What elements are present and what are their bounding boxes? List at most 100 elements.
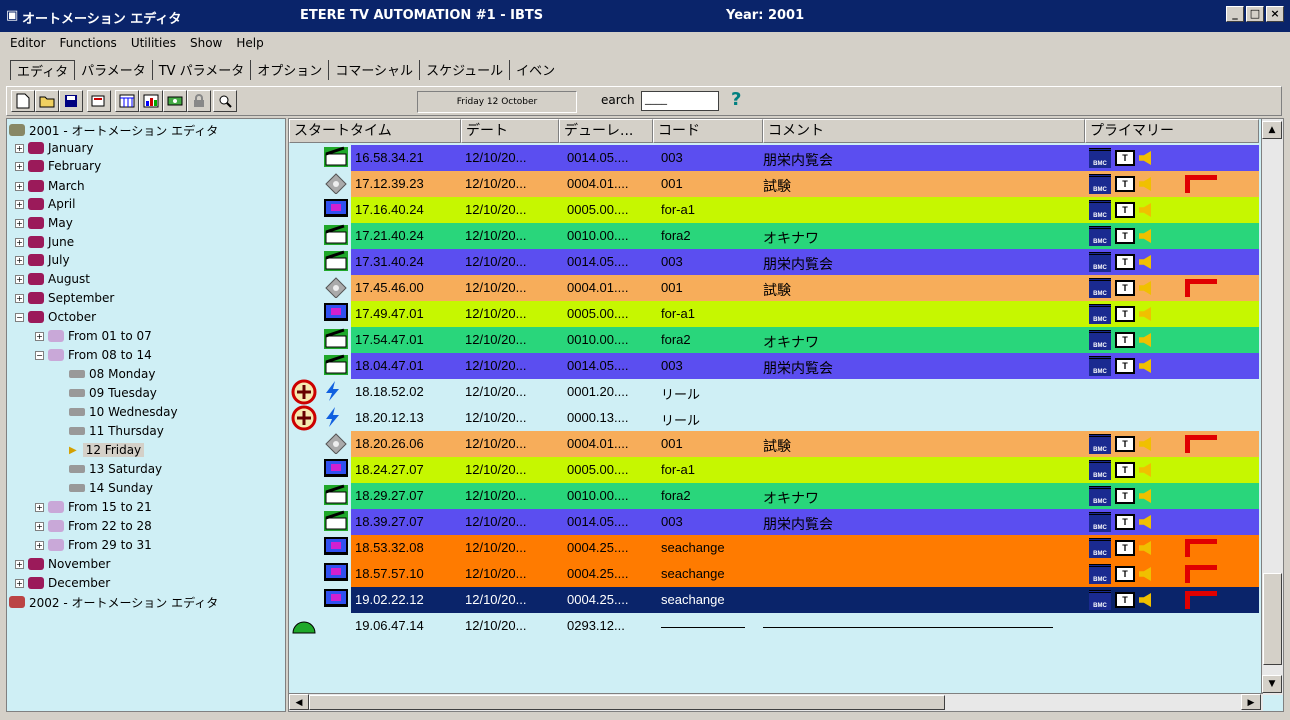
tree-month[interactable]: + April	[15, 195, 75, 213]
tree-month[interactable]: + January	[15, 139, 94, 157]
open-folder-icon[interactable]	[35, 90, 59, 112]
expand-icon[interactable]: +	[15, 559, 24, 569]
scroll-left-icon[interactable]: ◀	[289, 694, 309, 710]
tree-month[interactable]: + July	[15, 251, 70, 269]
table-row[interactable]: 17.12.39.23 12/10/20... 0004.01.... 001 試験 BM…	[289, 171, 1259, 197]
tree-root-2002[interactable]: 2002 - オートメーション エディタ	[9, 593, 218, 611]
tree-week[interactable]: + From 22 to 28	[35, 517, 152, 535]
lock-icon[interactable]	[187, 90, 211, 112]
collapse-icon[interactable]: −	[15, 312, 24, 322]
tree-month[interactable]: + December	[15, 574, 110, 592]
expand-icon[interactable]: +	[15, 293, 24, 303]
tree-week[interactable]: + From 01 to 07	[35, 327, 152, 345]
search-input[interactable]: ____	[641, 91, 719, 111]
save-icon[interactable]	[59, 90, 83, 112]
scroll-right-icon[interactable]: ▶	[1241, 694, 1261, 710]
menu-help[interactable]: Help	[236, 36, 263, 50]
col-start-time[interactable]: スタートタイム	[289, 119, 461, 143]
scroll-thumb[interactable]	[1263, 573, 1282, 665]
tree-week-open[interactable]: − From 08 to 14	[35, 346, 152, 364]
expand-icon[interactable]: +	[15, 218, 24, 228]
tree-day[interactable]: 13 Saturday	[69, 460, 162, 478]
tree-day[interactable]: 10 Wednesday	[69, 403, 178, 421]
chart-icon[interactable]	[139, 90, 163, 112]
tree-month[interactable]: + September	[15, 289, 114, 307]
menu-editor[interactable]: Editor	[10, 36, 46, 50]
scroll-down-icon[interactable]: ▼	[1262, 675, 1282, 693]
maximize-button[interactable]: □	[1246, 6, 1264, 22]
tree-day-selected[interactable]: ▶ 12 Friday	[69, 441, 145, 459]
tree-day[interactable]: 08 Monday	[69, 365, 155, 383]
help-icon[interactable]: ?	[731, 89, 741, 110]
tree-month[interactable]: + February	[15, 157, 101, 175]
table-row[interactable]: 17.31.40.24 12/10/20... 0014.05.... 003 朋栄内覧…	[289, 249, 1259, 275]
col-date[interactable]: デート	[461, 119, 559, 143]
table-row[interactable]: 17.21.40.24 12/10/20... 0010.00.... fora2 オキ…	[289, 223, 1259, 249]
tree-day[interactable]: 11 Thursday	[69, 422, 164, 440]
expand-icon[interactable]: +	[35, 521, 44, 531]
table-row[interactable]: 19.02.22.12 12/10/20... 0004.25.... seachan…	[289, 587, 1259, 613]
table-row[interactable]: 18.20.12.13 12/10/20... 0000.13.... リール	[289, 405, 1259, 431]
table-row[interactable]: 18.57.57.10 12/10/20... 0004.25.... seachan…	[289, 561, 1259, 587]
expand-icon[interactable]: +	[15, 199, 24, 209]
tree-day[interactable]: 09 Tuesday	[69, 384, 157, 402]
table-row[interactable]: 17.16.40.24 12/10/20... 0005.00.... for-a1 B…	[289, 197, 1259, 223]
expand-icon[interactable]: +	[15, 181, 24, 191]
expand-icon[interactable]: +	[15, 578, 24, 588]
collapse-icon[interactable]: −	[35, 350, 44, 360]
print-preview-icon[interactable]	[87, 90, 111, 112]
col-code[interactable]: コード	[653, 119, 763, 143]
menu-functions[interactable]: Functions	[60, 36, 117, 50]
tab-events[interactable]: イベン	[510, 60, 561, 80]
tree-month[interactable]: + August	[15, 270, 90, 288]
tree-day[interactable]: 14 Sunday	[69, 479, 153, 497]
table-row[interactable]: 18.04.47.01 12/10/20... 0014.05.... 003 朋栄内覧…	[289, 353, 1259, 379]
table-row[interactable]: 18.18.52.02 12/10/20... 0001.20.... リール	[289, 379, 1259, 405]
col-duration[interactable]: デューレ...	[559, 119, 653, 143]
table-row[interactable]: 16.58.34.21 12/10/20... 0014.05.... 003 朋栄内覧…	[289, 145, 1259, 171]
tree-month-october[interactable]: − October	[15, 308, 96, 326]
expand-icon[interactable]: +	[15, 161, 24, 171]
calendar-icon[interactable]	[115, 90, 139, 112]
tab-schedule[interactable]: スケジュール	[420, 60, 511, 80]
expand-icon[interactable]: +	[35, 540, 44, 550]
tab-tv-parameters[interactable]: TV パラメータ	[153, 60, 252, 80]
expand-icon[interactable]: +	[35, 331, 44, 341]
tab-editor[interactable]: エディタ	[10, 60, 76, 80]
tree-week[interactable]: + From 29 to 31	[35, 536, 152, 554]
expand-icon[interactable]: +	[15, 143, 24, 153]
table-row[interactable]: 18.24.27.07 12/10/20... 0005.00.... for-a1 B…	[289, 457, 1259, 483]
find-icon[interactable]	[213, 90, 237, 112]
tab-parameters[interactable]: パラメータ	[75, 60, 153, 80]
table-row[interactable]: 17.54.47.01 12/10/20... 0010.00.... fora2 オキ…	[289, 327, 1259, 353]
col-primary[interactable]: プライマリー	[1085, 119, 1259, 143]
table-row[interactable]: 18.39.27.07 12/10/20... 0014.05.... 003 朋栄内覧…	[289, 509, 1259, 535]
table-row[interactable]: 18.20.26.06 12/10/20... 0004.01.... 001 試験 BM…	[289, 431, 1259, 457]
tree-week[interactable]: + From 15 to 21	[35, 498, 152, 516]
expand-icon[interactable]: +	[15, 237, 24, 247]
tree-month[interactable]: + June	[15, 233, 74, 251]
table-row[interactable]: 17.49.47.01 12/10/20... 0005.00.... for-a1 B…	[289, 301, 1259, 327]
vertical-scrollbar[interactable]: ▲ ▼	[1261, 119, 1283, 695]
expand-icon[interactable]: +	[15, 255, 24, 265]
table-row[interactable]: 17.45.46.00 12/10/20... 0004.01.... 001 試験 BM…	[289, 275, 1259, 301]
table-row[interactable]: 19.06.47.14 12/10/20... 0293.12...	[289, 613, 1259, 639]
close-button[interactable]: ×	[1266, 6, 1284, 22]
expand-icon[interactable]: +	[35, 502, 44, 512]
tree-month[interactable]: + November	[15, 555, 110, 573]
col-comment[interactable]: コメント	[763, 119, 1085, 143]
tab-commercial[interactable]: コマーシャル	[329, 60, 421, 80]
tree-month[interactable]: + March	[15, 177, 85, 195]
tree-root-2001[interactable]: 2001 - オートメーション エディタ	[9, 121, 218, 139]
new-file-icon[interactable]	[11, 90, 35, 112]
cash-icon[interactable]	[163, 90, 187, 112]
menu-utilities[interactable]: Utilities	[131, 36, 176, 50]
tree-month[interactable]: + May	[15, 214, 73, 232]
minimize-button[interactable]: _	[1226, 6, 1244, 22]
tab-options[interactable]: オプション	[251, 60, 330, 80]
table-row[interactable]: 18.53.32.08 12/10/20... 0004.25.... seachan…	[289, 535, 1259, 561]
hscroll-thumb[interactable]	[309, 695, 945, 710]
horizontal-scrollbar[interactable]: ◀ ▶	[289, 693, 1263, 711]
table-row[interactable]: 18.29.27.07 12/10/20... 0010.00.... fora2 オキ…	[289, 483, 1259, 509]
scroll-up-icon[interactable]: ▲	[1262, 121, 1282, 139]
